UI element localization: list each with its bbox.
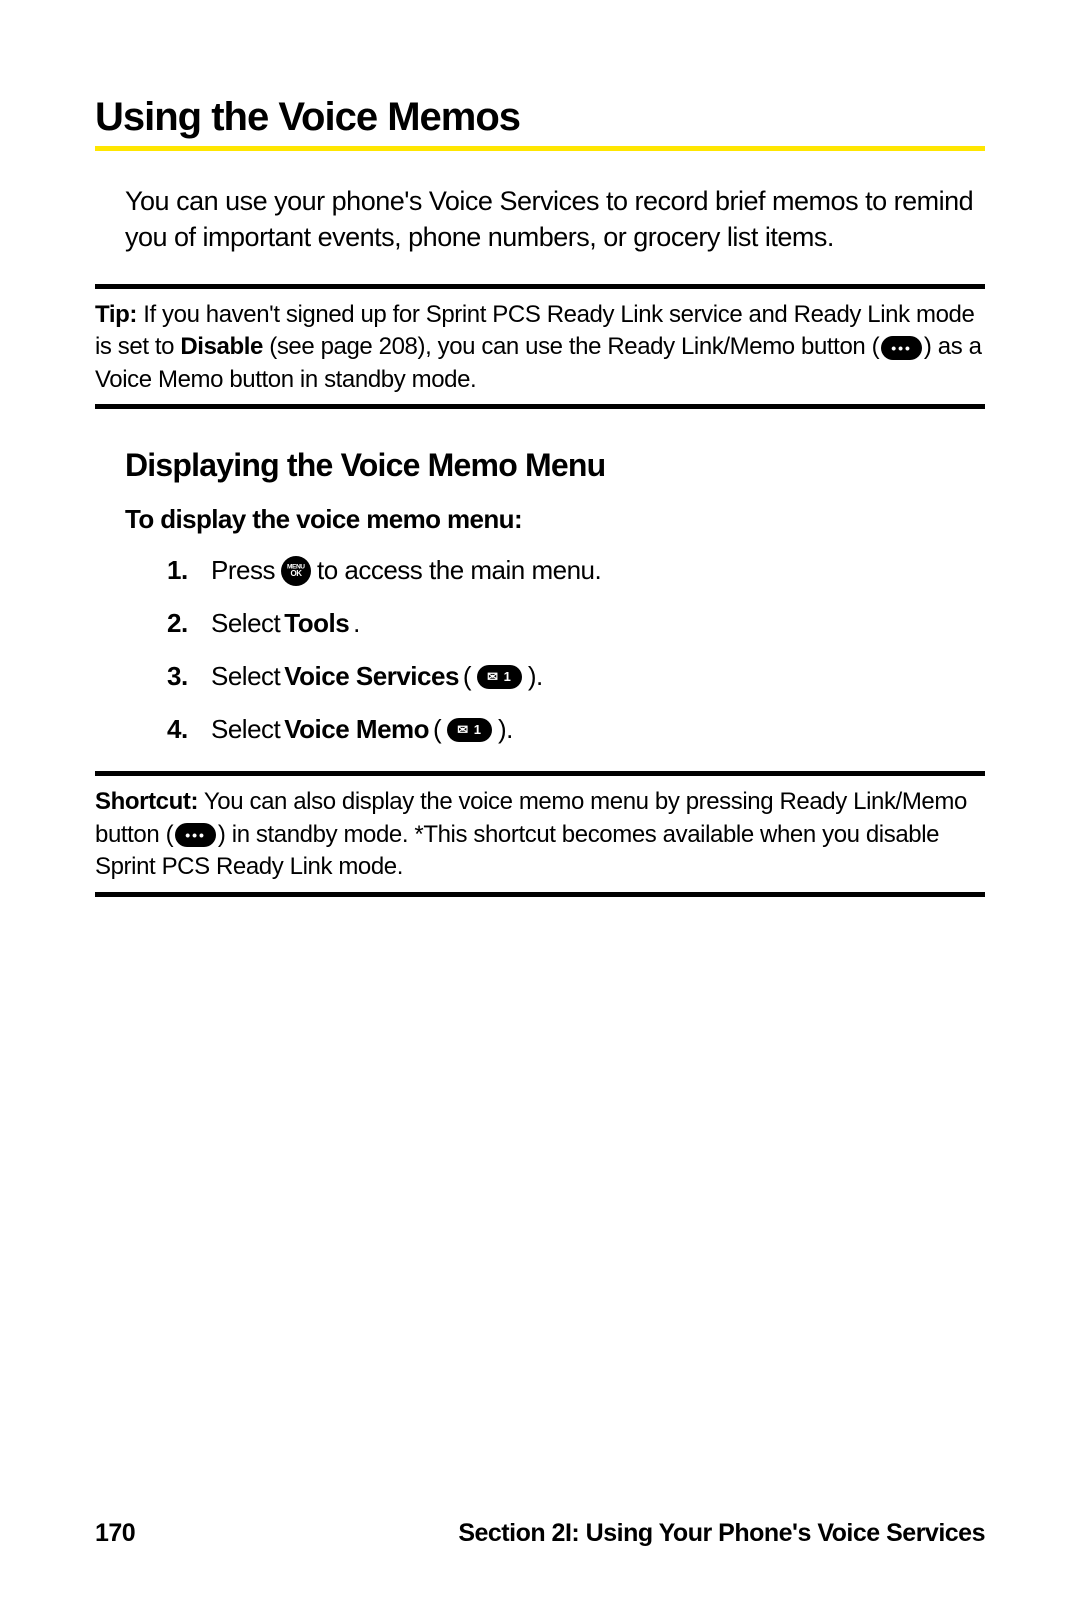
step-text: ). [528, 659, 543, 694]
shortcut-block: Shortcut: You can also display the voice… [95, 786, 985, 883]
steps-list: 1. Press to access the main menu. 2. Sel… [167, 553, 985, 747]
divider [95, 892, 985, 897]
tip-block: Tip: If you haven't signed up for Sprint… [95, 299, 985, 396]
step-text: . [353, 606, 360, 641]
divider [95, 771, 985, 776]
step-bold: Voice Services [284, 659, 459, 694]
step-number: 1. [167, 553, 197, 588]
step-3: 3. Select Voice Services (). [167, 659, 985, 694]
step-text: ). [498, 712, 513, 747]
intro-paragraph: You can use your phone's Voice Services … [125, 183, 985, 256]
page-heading: Using the Voice Memos [95, 95, 985, 151]
step-1: 1. Press to access the main menu. [167, 553, 985, 588]
step-bold: Tools [284, 606, 349, 641]
shortcut-text-2: ) in standby mode. *This shortcut become… [95, 821, 939, 880]
step-2: 2. Select Tools. [167, 606, 985, 641]
tip-label: Tip: [95, 301, 137, 328]
divider [95, 404, 985, 409]
shortcut-label: Shortcut: [95, 788, 198, 815]
page-number: 170 [95, 1519, 135, 1548]
step-4: 4. Select Voice Memo (). [167, 712, 985, 747]
step-text: Select [211, 606, 280, 641]
divider [95, 284, 985, 289]
step-text: ( [463, 659, 471, 694]
step-text: ( [433, 712, 441, 747]
section-heading: Displaying the Voice Memo Menu [125, 447, 985, 484]
section-title: Section 2I: Using Your Phone's Voice Ser… [458, 1519, 985, 1548]
page-footer: 170 Section 2I: Using Your Phone's Voice… [95, 1519, 985, 1548]
instruction-heading: To display the voice memo menu: [125, 504, 985, 535]
step-number: 3. [167, 659, 197, 694]
tip-bold-1: Disable [180, 333, 263, 360]
readylink-button-icon [175, 823, 216, 847]
readylink-button-icon [881, 336, 922, 360]
menu-ok-button-icon [281, 556, 311, 586]
step-text: Select [211, 712, 280, 747]
step-text: Select [211, 659, 280, 694]
step-text: Press [211, 553, 275, 588]
key-1-icon [447, 718, 492, 742]
tip-text-2: (see page 208), you can use the Ready Li… [263, 333, 879, 360]
step-text: to access the main menu. [317, 553, 601, 588]
step-bold: Voice Memo [284, 712, 429, 747]
step-number: 4. [167, 712, 197, 747]
key-1-icon [477, 665, 522, 689]
step-number: 2. [167, 606, 197, 641]
